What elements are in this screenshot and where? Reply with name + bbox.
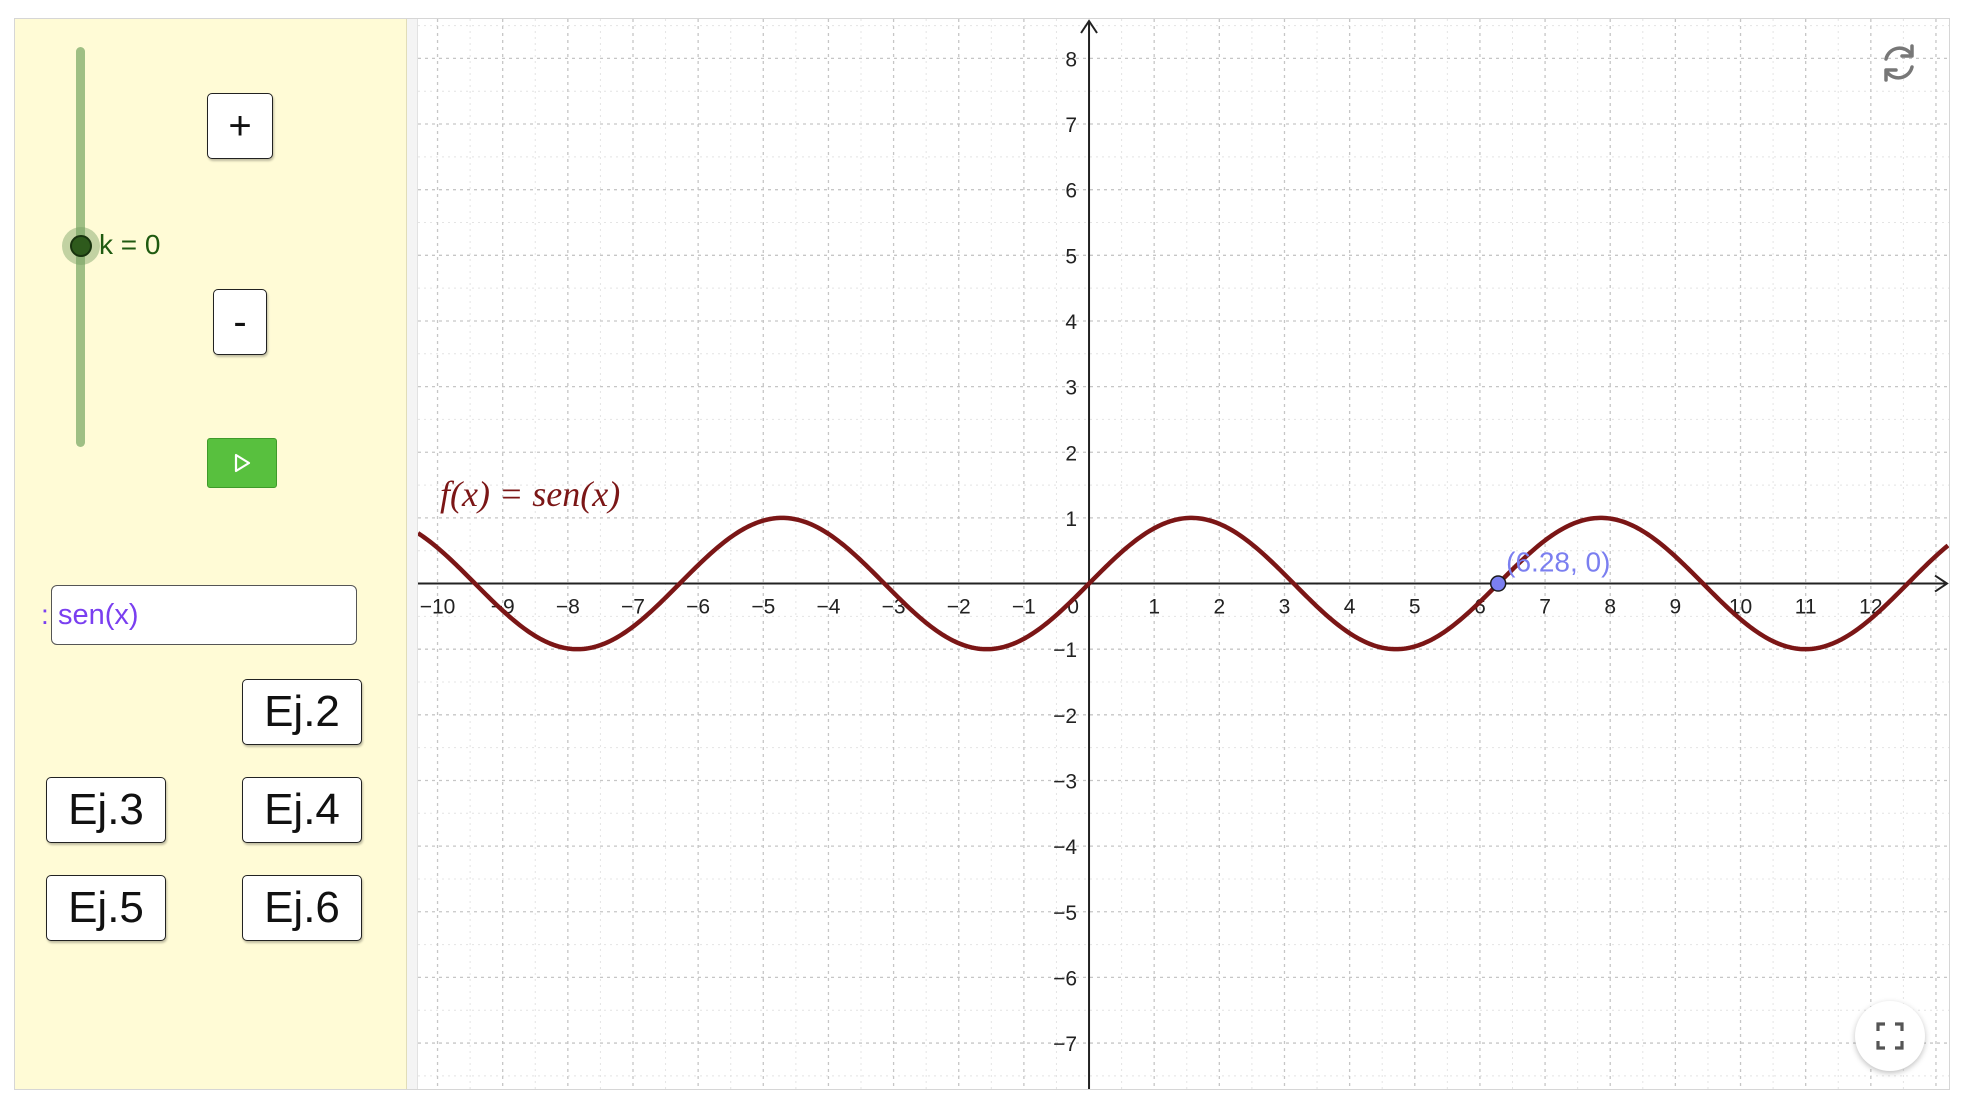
y-tick-label: 3 [1065,377,1077,400]
ej5-button[interactable]: Ej.5 [46,875,166,941]
x-tick-label: 7 [1539,596,1551,619]
function-input-value: sen(x) [58,598,139,631]
y-tick-label: 2 [1065,442,1077,465]
y-tick-label: 5 [1065,245,1077,268]
fullscreen-icon [1876,1022,1904,1050]
y-tick-label: −5 [1053,902,1077,925]
x-tick-label: 1 [1148,596,1160,619]
function-input-box[interactable]: sen(x) [51,585,357,645]
ej3-button[interactable]: Ej.3 [46,777,166,843]
minus-button[interactable]: - [213,289,267,355]
x-tick-label: −1 [1012,596,1036,619]
y-tick-label: −4 [1053,836,1077,859]
major-grid [418,19,1949,1089]
x-tick-label: 8 [1604,596,1616,619]
play-icon [234,453,251,473]
y-tick-label: 7 [1065,114,1077,137]
y-tick-label: 1 [1065,508,1077,531]
ej2-button[interactable]: Ej.2 [242,679,362,745]
minor-grid [418,19,1949,1089]
k-slider-handle[interactable] [70,235,92,257]
x-tick-label: 9 [1670,596,1682,619]
x-tick-label: −2 [947,596,971,619]
x-tick-label: 5 [1409,596,1421,619]
x-tick-label: −4 [816,596,840,619]
x-tick-label: −6 [686,596,710,619]
graphics-view[interactable]: −10 −9 −8 −7 −6 −5 −4 −3 −2 −1 0 1 2 3 4 5 6 7 8 9 10 11 12 −7… [418,19,1949,1089]
y-tick-label: −6 [1053,967,1077,990]
geogebra-applet: k = 0 + - : sen(x) Ej.2 Ej.3 Ej.4 Ej.5 E… [14,18,1950,1090]
y-tick-label: −7 [1053,1033,1077,1056]
k-slider-label: k = 0 [99,229,161,260]
panel-divider[interactable] [407,19,418,1089]
y-tick-label: −2 [1053,705,1077,728]
x-tick-label: 11 [1795,596,1817,619]
ej4-button[interactable]: Ej.4 [242,777,362,843]
x-tick-label: −5 [751,596,775,619]
y-tick-label: −1 [1053,639,1077,662]
fullscreen-button[interactable] [1855,1001,1925,1071]
point-label: (6.28, 0) [1506,547,1610,578]
controls-panel: k = 0 + - : sen(x) Ej.2 Ej.3 Ej.4 Ej.5 E… [15,19,407,1089]
x-tick-label: −7 [621,596,645,619]
input-prefix: : [41,599,49,630]
y-tick-label: −3 [1053,770,1077,793]
x-tick-labels: −10 −9 −8 −7 −6 −5 −4 −3 −2 −1 0 1 2 3 4 5 6 7 8 9 10 11 12 [420,596,1883,619]
function-label: f(x) = sen(x) [440,474,620,514]
point-a[interactable] [1489,575,1507,592]
axes [418,19,1949,1089]
x-tick-label: −8 [556,596,580,619]
x-tick-label: 3 [1279,596,1291,619]
play-button[interactable] [207,438,277,488]
y-tick-label: 6 [1065,180,1077,203]
x-tick-label: 4 [1344,596,1356,619]
plus-button[interactable]: + [207,93,273,159]
x-tick-label: 12 [1859,596,1882,619]
y-tick-label: 4 [1065,311,1077,334]
y-tick-label: 8 [1065,48,1077,71]
ej6-button[interactable]: Ej.6 [242,875,362,941]
refresh-icon[interactable] [1877,41,1921,85]
x-tick-label: −10 [420,596,456,619]
x-tick-label: 2 [1213,596,1225,619]
